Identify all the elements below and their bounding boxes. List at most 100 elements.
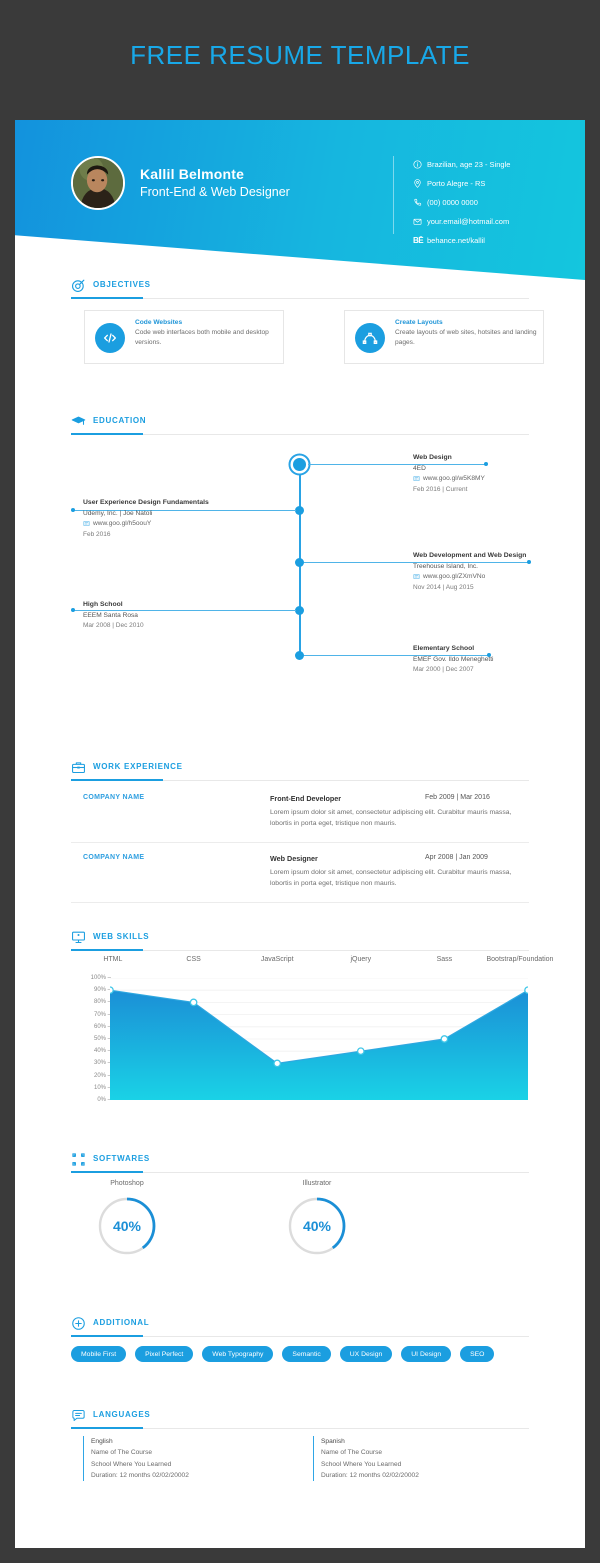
name-block: Kallil Belmonte Front-End & Web Designer [140,166,290,199]
chart-y-label: 30% – [93,1060,111,1067]
chart-point [524,986,528,995]
chart-x-label: Bootstrap/Foundation [486,956,554,963]
work-separator [71,842,529,843]
chart-x-label: JavaScript [260,956,294,963]
education-link[interactable]: www.goo.gl/w5K8MY [413,475,529,482]
section-header: ADDITIONAL [15,1316,585,1342]
avatar [71,156,125,210]
education-link[interactable]: www.goo.gl/ZXmVNo [413,573,533,580]
section-label: LANGUAGES [93,1410,151,1419]
work-date: Apr 2008 | Jan 2009 [425,854,488,861]
behance-icon: BĒ [413,236,424,245]
section-label: ADDITIONAL [93,1318,150,1327]
monitor-icon [71,930,86,945]
additional-tag[interactable]: UX Design [339,1346,393,1362]
work-desc: Lorem ipsum dolor sit amet, consectetur … [270,869,512,887]
additional-tags: Mobile First Pixel Perfect Web Typography S… [71,1346,495,1362]
contact-text: behance.net/kallil [427,236,485,245]
objective-desc: Create layouts of web sites, hotsites an… [395,329,537,347]
work-role: Web Designer [270,854,318,863]
chart-y-label: 50% – [93,1036,111,1042]
chart-y-label: 0% – [97,1097,111,1103]
chart-x-label: jQuery [350,956,372,963]
envelope-icon [413,217,427,226]
work-company: COMPANY NAME [83,794,145,801]
chart-x-label: Sass [436,956,453,963]
section-additional: ADDITIONAL Mobile First Pixel Perfect Web … [15,1316,585,1362]
additional-tag[interactable]: Pixel Perfect [135,1346,194,1362]
chart-point [273,1059,282,1068]
section-work-experience: WORK EXPERIENCE COMPANY NAME Front-End D… [15,760,585,903]
chart-x-label: HTML [103,956,123,963]
work-desc: Lorem ipsum dolor sit amet, consectetur … [270,809,512,827]
objective-desc: Code web interfaces both mobile and desk… [135,329,269,347]
section-web-skills: WEB SKILLS HTML CSS JavaScript jQuery Sass Bo… [15,930,585,1103]
chart-x-labels: HTML CSS JavaScript jQuery Sass Bootstrap/Fou… [15,956,585,972]
timeline-spine [299,462,301,652]
software-name: Photoshop [110,1180,144,1187]
section-rule-accent [71,433,143,435]
additional-tag[interactable]: SEO [460,1346,495,1362]
contact-text: Porto Alegre - RS [427,179,486,188]
work-separator [71,902,529,903]
section-rule-accent [71,949,143,951]
profile-name: Kallil Belmonte [140,166,245,182]
education-sub: EEEM Santa Rosa [83,611,138,619]
education-date: Nov 2014 | Aug 2015 [413,583,474,591]
chart-point [440,1035,449,1043]
education-item: Web Design 4ED www.goo.gl/w5K8MY Feb 201… [413,454,529,493]
education-date: Mar 2000 | Dec 2007 [413,666,474,673]
chart-x-label: CSS [186,956,201,963]
contact-item-phone[interactable]: (00) 0000 0000 [413,193,510,212]
contact-text: (00) 0000 0000 [427,198,478,207]
contact-item-location: Porto Alegre - RS [413,174,510,193]
donut-chart: 40% [288,1197,346,1255]
section-rule-accent [71,1427,143,1429]
objective-text: Create Layouts Create layouts of web sit… [395,319,537,348]
education-link[interactable]: www.goo.gl/h5oouY [83,520,297,527]
education-item: High School EEEM Santa Rosa Mar 2008 | D… [83,601,297,629]
chart-y-label: 40% – [93,1048,111,1055]
info-circle-icon [413,160,427,169]
donut-percent: 40% [113,1218,142,1234]
briefcase-icon [71,760,86,775]
education-sub: Treehouse Island, Inc. [413,562,478,570]
additional-tag[interactable]: Semantic [282,1346,331,1362]
language-duration: Duration: 12 months 02/02/20002 [321,1471,419,1479]
chart-y-label: 20% – [93,1072,111,1079]
timeline-node [295,558,304,567]
education-item: User Experience Design Fundamentals Udem… [83,499,297,538]
education-sub: Udemy, Inc. | Joe Natoli [83,509,153,517]
donut-percent: 40% [303,1218,332,1234]
donut-chart: 40% [98,1197,156,1255]
contact-item-email[interactable]: your.email@hotmail.com [413,212,510,231]
phone-icon [413,198,427,207]
objective-text: Code Websites Code web interfaces both m… [135,319,277,348]
resume-sheet: Kallil Belmonte Front-End & Web Designer… [15,120,585,1548]
education-title: Web Development and Web Design [413,552,527,559]
additional-tag[interactable]: Mobile First [71,1346,127,1362]
section-header: LANGUAGES [15,1408,585,1434]
education-timeline: Web Design 4ED www.goo.gl/w5K8MY Feb 201… [15,442,585,682]
location-pin-icon [413,179,427,188]
section-header: WORK EXPERIENCE [15,760,585,786]
contact-item-behance[interactable]: BĒ behance.net/kallil [413,231,510,250]
timeline-node-current [293,458,306,471]
objective-card-create-layouts[interactable]: Create Layouts Create layouts of web sit… [344,310,544,364]
language-item: Spanish Name of The Course School Where … [313,1436,523,1482]
section-education: EDUCATION Web Design 4ED www.goo.gl/w5K8… [15,414,585,673]
additional-tag[interactable]: UI Design [401,1346,452,1362]
education-title: User Experience Design Fundamentals [83,499,209,506]
timeline-endpoint [71,508,75,512]
page-title: FREE RESUME TEMPLATE [130,40,470,70]
speech-bubble-icon [71,1408,86,1423]
objective-card-code-websites[interactable]: Code Websites Code web interfaces both m… [84,310,284,364]
contact-item-personal: Brazilian, age 23 - Single [413,155,510,174]
timeline-node [295,651,304,660]
chart-y-label: 70% – [93,1011,111,1018]
work-date: Feb 2009 | Mar 2016 [425,794,490,801]
education-item: Web Development and Web Design Treehouse… [413,552,533,591]
additional-tag[interactable]: Web Typography [202,1346,274,1362]
education-sub: EMEF Gov. Ildo Meneghetti [413,655,494,663]
section-label: EDUCATION [93,416,147,425]
